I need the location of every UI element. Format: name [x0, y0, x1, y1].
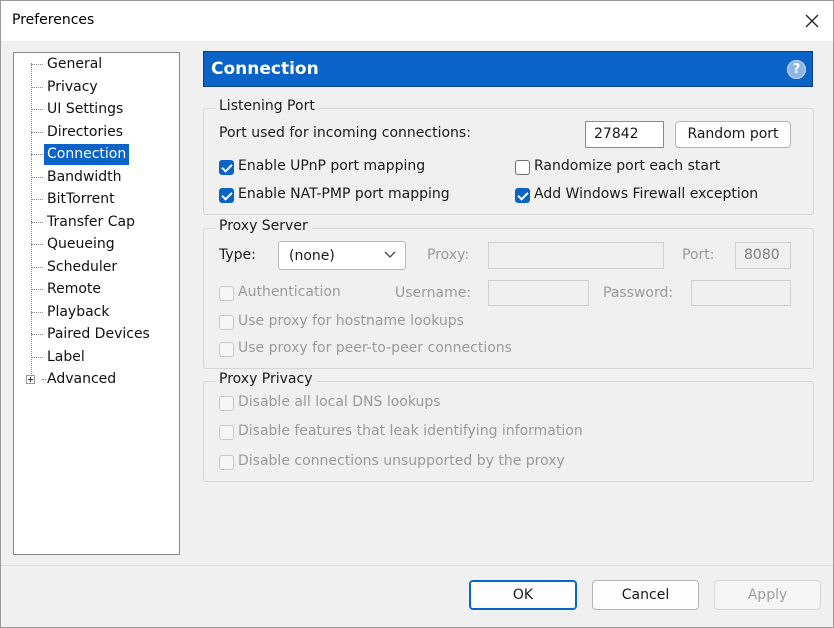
- firewall-label: Add Windows Firewall exception: [534, 186, 759, 202]
- proxy-port-input[interactable]: 8080: [735, 242, 791, 269]
- nav-item-label: Advanced: [47, 371, 117, 387]
- nav-item-label-settings[interactable]: Label: [26, 347, 176, 368]
- ok-button[interactable]: OK: [469, 580, 577, 610]
- port-label: Port used for incoming connections:: [219, 125, 471, 141]
- preferences-nav-tree: General Privacy UI Settings Directories …: [13, 52, 180, 555]
- group-title: Proxy Privacy: [215, 371, 317, 387]
- group-title: Proxy Server: [215, 218, 312, 234]
- password-input[interactable]: [691, 280, 791, 306]
- disable-dns-checkbox[interactable]: [219, 396, 234, 411]
- port-input[interactable]: 27842: [585, 121, 664, 148]
- footer-divider: [1, 565, 833, 566]
- nav-item-label: Scheduler: [47, 259, 118, 275]
- nav-item-connection[interactable]: Connection: [26, 144, 176, 165]
- nav-item-general[interactable]: General: [26, 54, 176, 75]
- natpmp-checkbox[interactable]: [219, 188, 234, 203]
- nav-item-label: Playback: [47, 304, 110, 320]
- disable-unsupported-checkbox[interactable]: [219, 455, 234, 470]
- disable-leak-label: Disable features that leak identifying i…: [238, 423, 583, 439]
- proxy-type-value: (none): [289, 248, 335, 264]
- randomize-port-checkbox[interactable]: [515, 160, 530, 175]
- authentication-label: Authentication: [238, 284, 341, 300]
- nav-item-advanced[interactable]: Advanced: [26, 369, 176, 390]
- nav-item-label: Bandwidth: [47, 169, 122, 185]
- nav-item-label: UI Settings: [47, 101, 124, 117]
- nav-item-bandwidth[interactable]: Bandwidth: [26, 167, 176, 188]
- nav-item-privacy[interactable]: Privacy: [26, 77, 176, 98]
- nav-item-label: Queueing: [47, 236, 115, 252]
- nav-item-paired-devices[interactable]: Paired Devices: [26, 324, 176, 345]
- nav-item-directories[interactable]: Directories: [26, 122, 176, 143]
- disable-unsupported-label: Disable connections unsupported by the p…: [238, 453, 565, 469]
- nav-item-scheduler[interactable]: Scheduler: [26, 257, 176, 278]
- disable-dns-label: Disable all local DNS lookups: [238, 394, 441, 410]
- nav-item-label: Transfer Cap: [47, 214, 135, 230]
- nav-item-label: Label: [47, 349, 85, 365]
- preferences-window: Preferences General Privacy UI Settings …: [0, 0, 834, 628]
- nav-item-label: Paired Devices: [47, 326, 150, 342]
- cancel-button[interactable]: Cancel: [592, 580, 699, 610]
- nav-item-label: Connection: [44, 144, 130, 165]
- proxy-host-label: Proxy:: [427, 247, 470, 263]
- chevron-down-icon: [384, 251, 396, 258]
- hostname-lookups-checkbox[interactable]: [219, 315, 234, 330]
- password-label: Password:: [603, 285, 674, 301]
- group-title: Listening Port: [215, 98, 319, 114]
- panel-title: Connection: [211, 59, 319, 79]
- username-input[interactable]: [488, 280, 589, 306]
- title-bar: Preferences: [1, 1, 833, 41]
- close-icon: [805, 14, 819, 28]
- nav-item-ui-settings[interactable]: UI Settings: [26, 99, 176, 120]
- username-label: Username:: [395, 285, 472, 301]
- nav-item-remote[interactable]: Remote: [26, 279, 176, 300]
- firewall-checkbox[interactable]: [515, 188, 530, 203]
- randomize-port-label: Randomize port each start: [534, 158, 721, 174]
- expand-icon[interactable]: [26, 375, 35, 384]
- close-button[interactable]: [791, 1, 833, 41]
- random-port-button[interactable]: Random port: [675, 121, 791, 148]
- p2p-proxy-label: Use proxy for peer-to-peer connections: [238, 340, 512, 356]
- nav-item-label: Remote: [47, 281, 102, 297]
- upnp-label: Enable UPnP port mapping: [238, 158, 426, 174]
- proxy-host-input[interactable]: [488, 242, 664, 269]
- nav-item-label: Privacy: [47, 79, 98, 95]
- p2p-proxy-checkbox[interactable]: [219, 342, 234, 357]
- panel-header: Connection ?: [203, 51, 813, 87]
- hostname-lookups-label: Use proxy for hostname lookups: [238, 313, 464, 329]
- nav-item-queueing[interactable]: Queueing: [26, 234, 176, 255]
- window-title: Preferences: [12, 12, 95, 28]
- disable-leak-checkbox[interactable]: [219, 425, 234, 440]
- help-icon[interactable]: ?: [787, 60, 806, 79]
- nav-item-bittorrent[interactable]: BitTorrent: [26, 189, 176, 210]
- upnp-checkbox[interactable]: [219, 160, 234, 175]
- nav-item-playback[interactable]: Playback: [26, 302, 176, 323]
- apply-button[interactable]: Apply: [714, 580, 821, 610]
- natpmp-label: Enable NAT-PMP port mapping: [238, 186, 450, 202]
- proxy-type-select[interactable]: (none): [278, 241, 406, 270]
- authentication-checkbox[interactable]: [219, 286, 234, 301]
- nav-item-label: BitTorrent: [47, 191, 115, 207]
- nav-item-label: General: [47, 56, 103, 72]
- nav-item-label: Directories: [47, 124, 124, 140]
- nav-item-transfer-cap[interactable]: Transfer Cap: [26, 212, 176, 233]
- proxy-type-label: Type:: [219, 247, 256, 263]
- proxy-port-label: Port:: [682, 247, 715, 263]
